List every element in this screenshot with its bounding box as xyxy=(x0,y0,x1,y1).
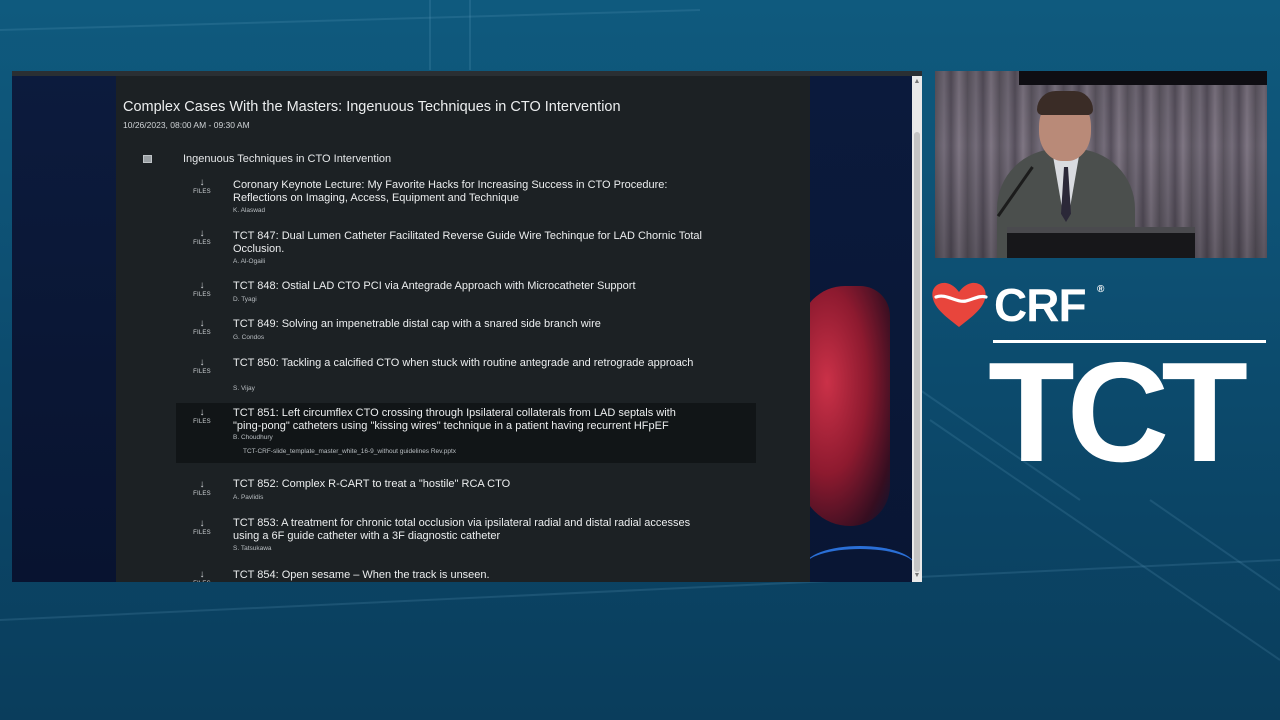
files-download-button[interactable]: ↓ FILES xyxy=(190,358,214,376)
agenda-item: ↓ FILES TCT 853: A treatment for chronic… xyxy=(176,512,756,558)
video-top-bar xyxy=(1019,71,1267,85)
scrollbar-thumb[interactable] xyxy=(914,132,920,572)
tct-logo-text: TCT xyxy=(988,333,1248,492)
agenda-item-selected[interactable]: ↓ FILES TCT 851: Left circumflex CTO cro… xyxy=(176,403,756,463)
agenda-item: ↓ FILES TCT 847: Dual Lumen Catheter Fac… xyxy=(176,222,756,268)
download-icon: ↓ xyxy=(199,357,205,368)
download-icon: ↓ xyxy=(199,407,205,418)
speaker-video xyxy=(935,71,1267,258)
files-download-button[interactable]: ↓ FILES xyxy=(190,519,214,537)
scroll-up-icon[interactable]: ▲ xyxy=(913,78,921,86)
agenda-item-author: A. Pavlidis xyxy=(233,494,264,501)
agenda-item-author: K. Alaswad xyxy=(233,207,266,214)
files-download-button[interactable]: ↓ FILES xyxy=(190,480,214,498)
agenda-item-title[interactable]: TCT 851: Left circumflex CTO crossing th… xyxy=(233,407,703,433)
agenda-item-title[interactable]: TCT 847: Dual Lumen Catheter Facilitated… xyxy=(233,230,703,256)
agenda-item: ↓ FILES TCT 850: Tackling a calcified CT… xyxy=(176,351,756,397)
agenda-item-title[interactable]: TCT 854: Open sesame – When the track is… xyxy=(233,569,703,582)
podium xyxy=(1007,227,1195,258)
download-icon: ↓ xyxy=(199,569,205,580)
wave-decoration xyxy=(810,546,912,582)
files-label: FILES xyxy=(193,369,211,375)
agenda-item-title[interactable]: TCT 853: A treatment for chronic total o… xyxy=(233,517,703,543)
agenda-item-author: G. Condos xyxy=(233,334,265,341)
files-download-button[interactable]: ↓ FILES xyxy=(190,281,214,299)
agenda-item-author: D. Tyagi xyxy=(233,296,257,303)
agenda-item: ↓ FILES TCT 854: Open sesame – When the … xyxy=(176,563,756,582)
agenda-item: ↓ FILES TCT 848: Ostial LAD CTO PCI via … xyxy=(176,274,756,308)
files-download-button[interactable]: ↓ FILES xyxy=(190,319,214,337)
attachment-link[interactable]: TCT-CRF-slide_template_master_white_16-9… xyxy=(243,448,456,455)
files-label: FILES xyxy=(190,580,214,582)
vertical-scrollbar[interactable]: ▲ ▼ xyxy=(912,76,922,582)
crf-logo-text: CRF xyxy=(994,279,1087,331)
download-icon: ↓ xyxy=(199,177,205,188)
files-download-button[interactable]: ↓ FILES xyxy=(190,229,214,247)
files-label: FILES xyxy=(193,330,211,336)
download-icon: ↓ xyxy=(199,280,205,291)
agenda-item: ↓ FILES TCT 852: Complex R-CART to treat… xyxy=(176,473,756,507)
agenda-item-author: S. Vijay xyxy=(233,385,255,392)
files-label: FILES xyxy=(193,419,211,425)
agenda-item-author: A. Al-Ogaili xyxy=(233,258,266,265)
files-label: FILES xyxy=(193,240,211,246)
slide-left-background xyxy=(12,76,116,582)
agenda-item: ↓ FILES TCT 849: Solving an impenetrable… xyxy=(176,312,756,346)
files-label: FILES xyxy=(193,491,211,497)
heart-illustration xyxy=(810,286,890,526)
session-title: Complex Cases With the Masters: Ingenuou… xyxy=(123,99,621,115)
agenda-item-title[interactable]: TCT 848: Ostial LAD CTO PCI via Antegrad… xyxy=(233,280,703,293)
presentation-window: Complex Cases With the Masters: Ingenuou… xyxy=(12,71,922,582)
download-icon: ↓ xyxy=(199,479,205,490)
speaker-hair xyxy=(1037,91,1093,115)
files-label: FILES xyxy=(193,530,211,536)
download-icon: ↓ xyxy=(199,518,205,529)
files-download-button[interactable]: ↓ FILES xyxy=(190,569,214,583)
agenda-item-title[interactable]: TCT 852: Complex R-CART to treat a "host… xyxy=(233,478,703,491)
agenda-item-author: S. Tatsukawa xyxy=(233,545,272,552)
agenda-item-author: B. Choudhury xyxy=(233,434,273,441)
download-icon: ↓ xyxy=(199,318,205,329)
collapse-toggle-icon[interactable] xyxy=(143,155,152,163)
slide-right-background xyxy=(810,76,912,582)
agenda-item-title[interactable]: TCT 849: Solving an impenetrable distal … xyxy=(233,318,703,331)
session-datetime: 10/26/2023, 08:00 AM - 09:30 AM xyxy=(123,120,250,130)
files-label: FILES xyxy=(193,292,211,298)
scroll-down-icon[interactable]: ▼ xyxy=(913,572,921,580)
files-download-button[interactable]: ↓ FILES xyxy=(190,178,214,196)
agenda-item: ↓ FILES Coronary Keynote Lecture: My Fav… xyxy=(176,171,756,217)
agenda-group[interactable]: Ingenuous Techniques in CTO Intervention xyxy=(143,153,543,169)
agenda-item-title[interactable]: TCT 850: Tackling a calcified CTO when s… xyxy=(233,357,703,370)
agenda-item-title[interactable]: Coronary Keynote Lecture: My Favorite Ha… xyxy=(233,179,703,205)
files-label: FILES xyxy=(193,189,211,195)
crf-heart-logo-icon xyxy=(932,282,988,327)
group-title: Ingenuous Techniques in CTO Intervention xyxy=(183,153,392,165)
registered-mark: ® xyxy=(1097,284,1105,295)
download-icon: ↓ xyxy=(199,228,205,239)
session-agenda-panel: Complex Cases With the Masters: Ingenuou… xyxy=(116,76,810,582)
files-download-button[interactable]: ↓ FILES xyxy=(190,408,214,426)
